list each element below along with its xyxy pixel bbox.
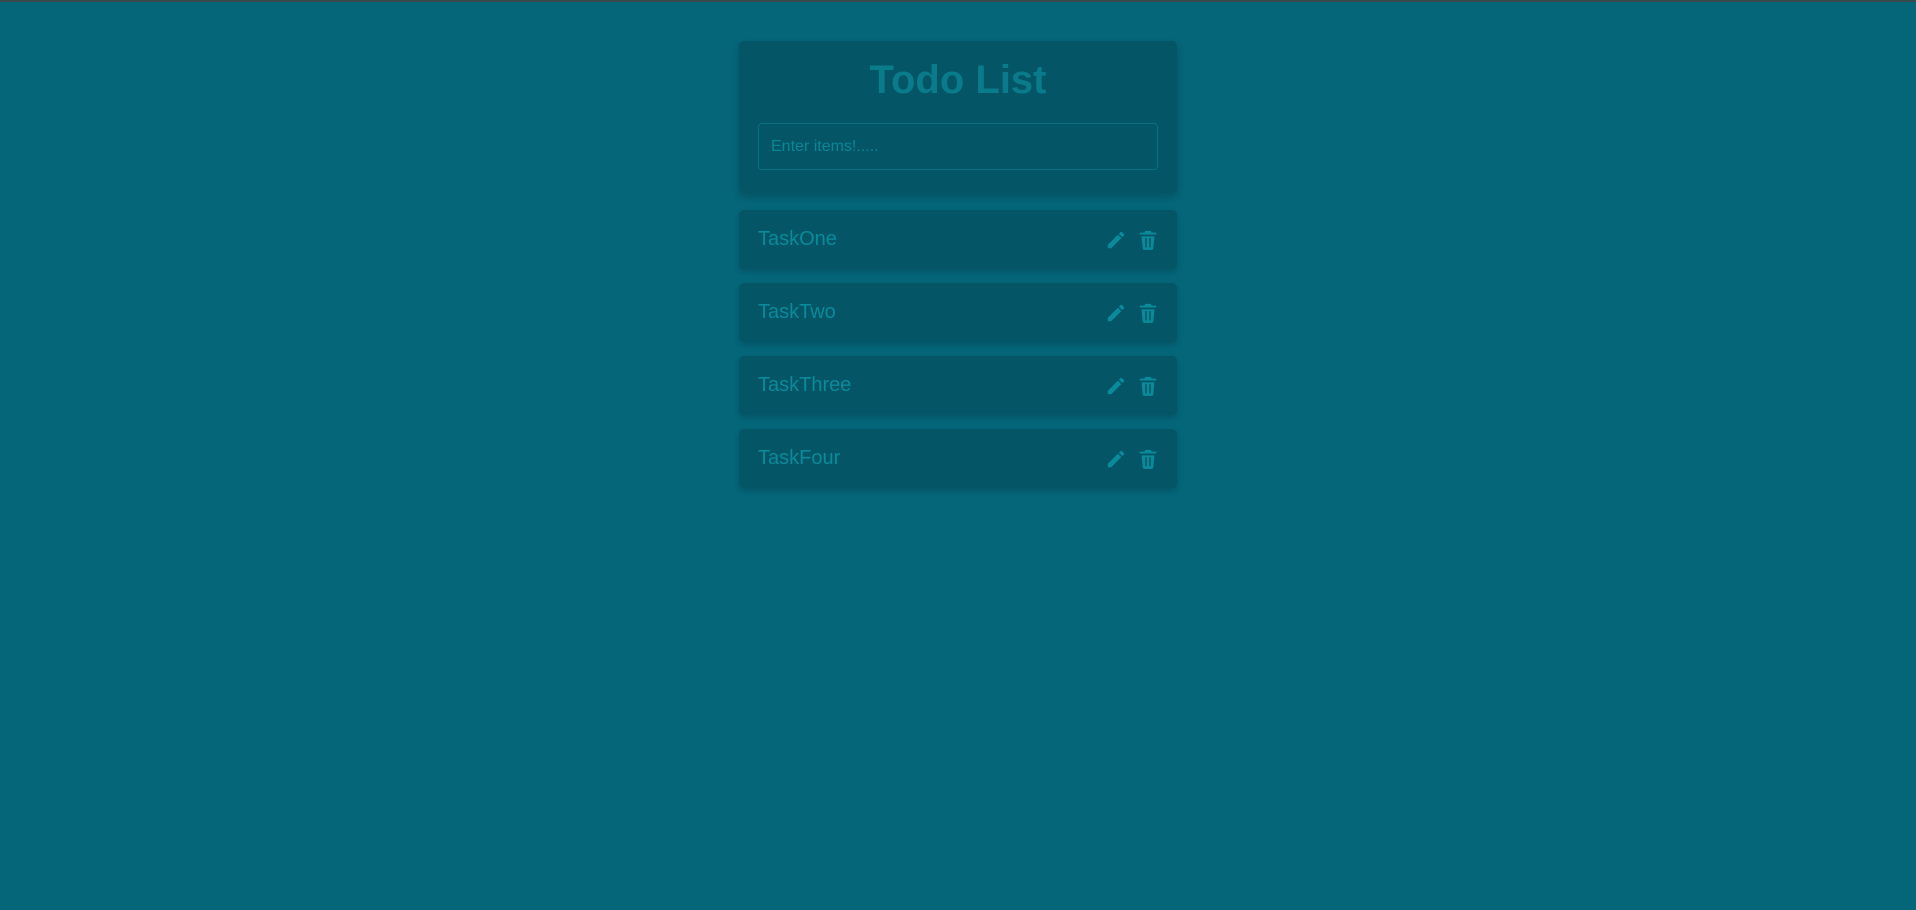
pencil-icon[interactable] xyxy=(1104,228,1128,252)
trash-icon[interactable] xyxy=(1136,228,1160,252)
task-actions xyxy=(1104,447,1160,471)
task-actions xyxy=(1104,374,1160,398)
trash-icon[interactable] xyxy=(1136,301,1160,325)
task-item: TaskTwo xyxy=(739,283,1177,342)
task-label: TaskOne xyxy=(758,228,837,250)
pencil-icon[interactable] xyxy=(1104,447,1128,471)
task-label: TaskFour xyxy=(758,447,841,469)
task-item: TaskThree xyxy=(739,356,1177,415)
task-list: TaskOne TaskTwo TaskThree TaskFour xyxy=(739,210,1177,488)
task-actions xyxy=(1104,301,1160,325)
task-item: TaskOne xyxy=(739,210,1177,269)
trash-icon[interactable] xyxy=(1136,447,1160,471)
todo-input[interactable] xyxy=(758,123,1158,170)
pencil-icon[interactable] xyxy=(1104,301,1128,325)
pencil-icon[interactable] xyxy=(1104,374,1128,398)
todo-app: Todo List TaskOne TaskTwo xyxy=(739,41,1177,502)
trash-icon[interactable] xyxy=(1136,374,1160,398)
header-card: Todo List xyxy=(739,41,1177,193)
task-label: TaskThree xyxy=(758,374,852,396)
page-title: Todo List xyxy=(869,58,1047,102)
input-wrapper xyxy=(758,123,1158,170)
task-item: TaskFour xyxy=(739,429,1177,488)
task-label: TaskTwo xyxy=(758,301,836,323)
task-actions xyxy=(1104,228,1160,252)
